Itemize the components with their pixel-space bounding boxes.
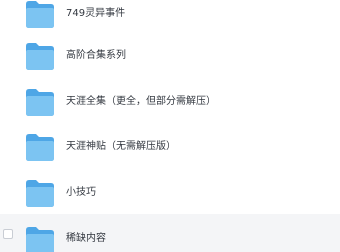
folder-icon [26, 43, 54, 70]
file-list: 749灵异事件 高阶合集系列 天涯全集（更全，但部分需解压） 天涯神贴（无需解压… [0, 0, 340, 252]
folder-icon [26, 227, 54, 252]
folder-name[interactable]: 高阶合集系列 [66, 50, 126, 62]
folder-icon [26, 1, 54, 28]
folder-icon [26, 89, 54, 116]
folder-icon [26, 180, 54, 207]
list-item-folder[interactable]: 749灵异事件 [0, 0, 340, 42]
folder-icon [26, 134, 54, 161]
folder-name[interactable]: 天涯全集（更全，但部分需解压） [66, 96, 216, 108]
folder-name[interactable]: 小技巧 [66, 187, 96, 199]
list-item-folder-hovered[interactable]: 稀缺内容 [0, 214, 340, 252]
folder-name[interactable]: 749灵异事件 [66, 8, 125, 20]
list-item-folder[interactable]: 天涯神贴（无需解压版） [0, 133, 340, 175]
list-item-folder[interactable]: 高阶合集系列 [0, 42, 340, 84]
list-item-folder[interactable]: 天涯全集（更全，但部分需解压） [0, 88, 340, 130]
row-checkbox[interactable] [3, 229, 13, 239]
folder-name[interactable]: 稀缺内容 [66, 233, 106, 245]
folder-name[interactable]: 天涯神贴（无需解压版） [66, 141, 176, 153]
